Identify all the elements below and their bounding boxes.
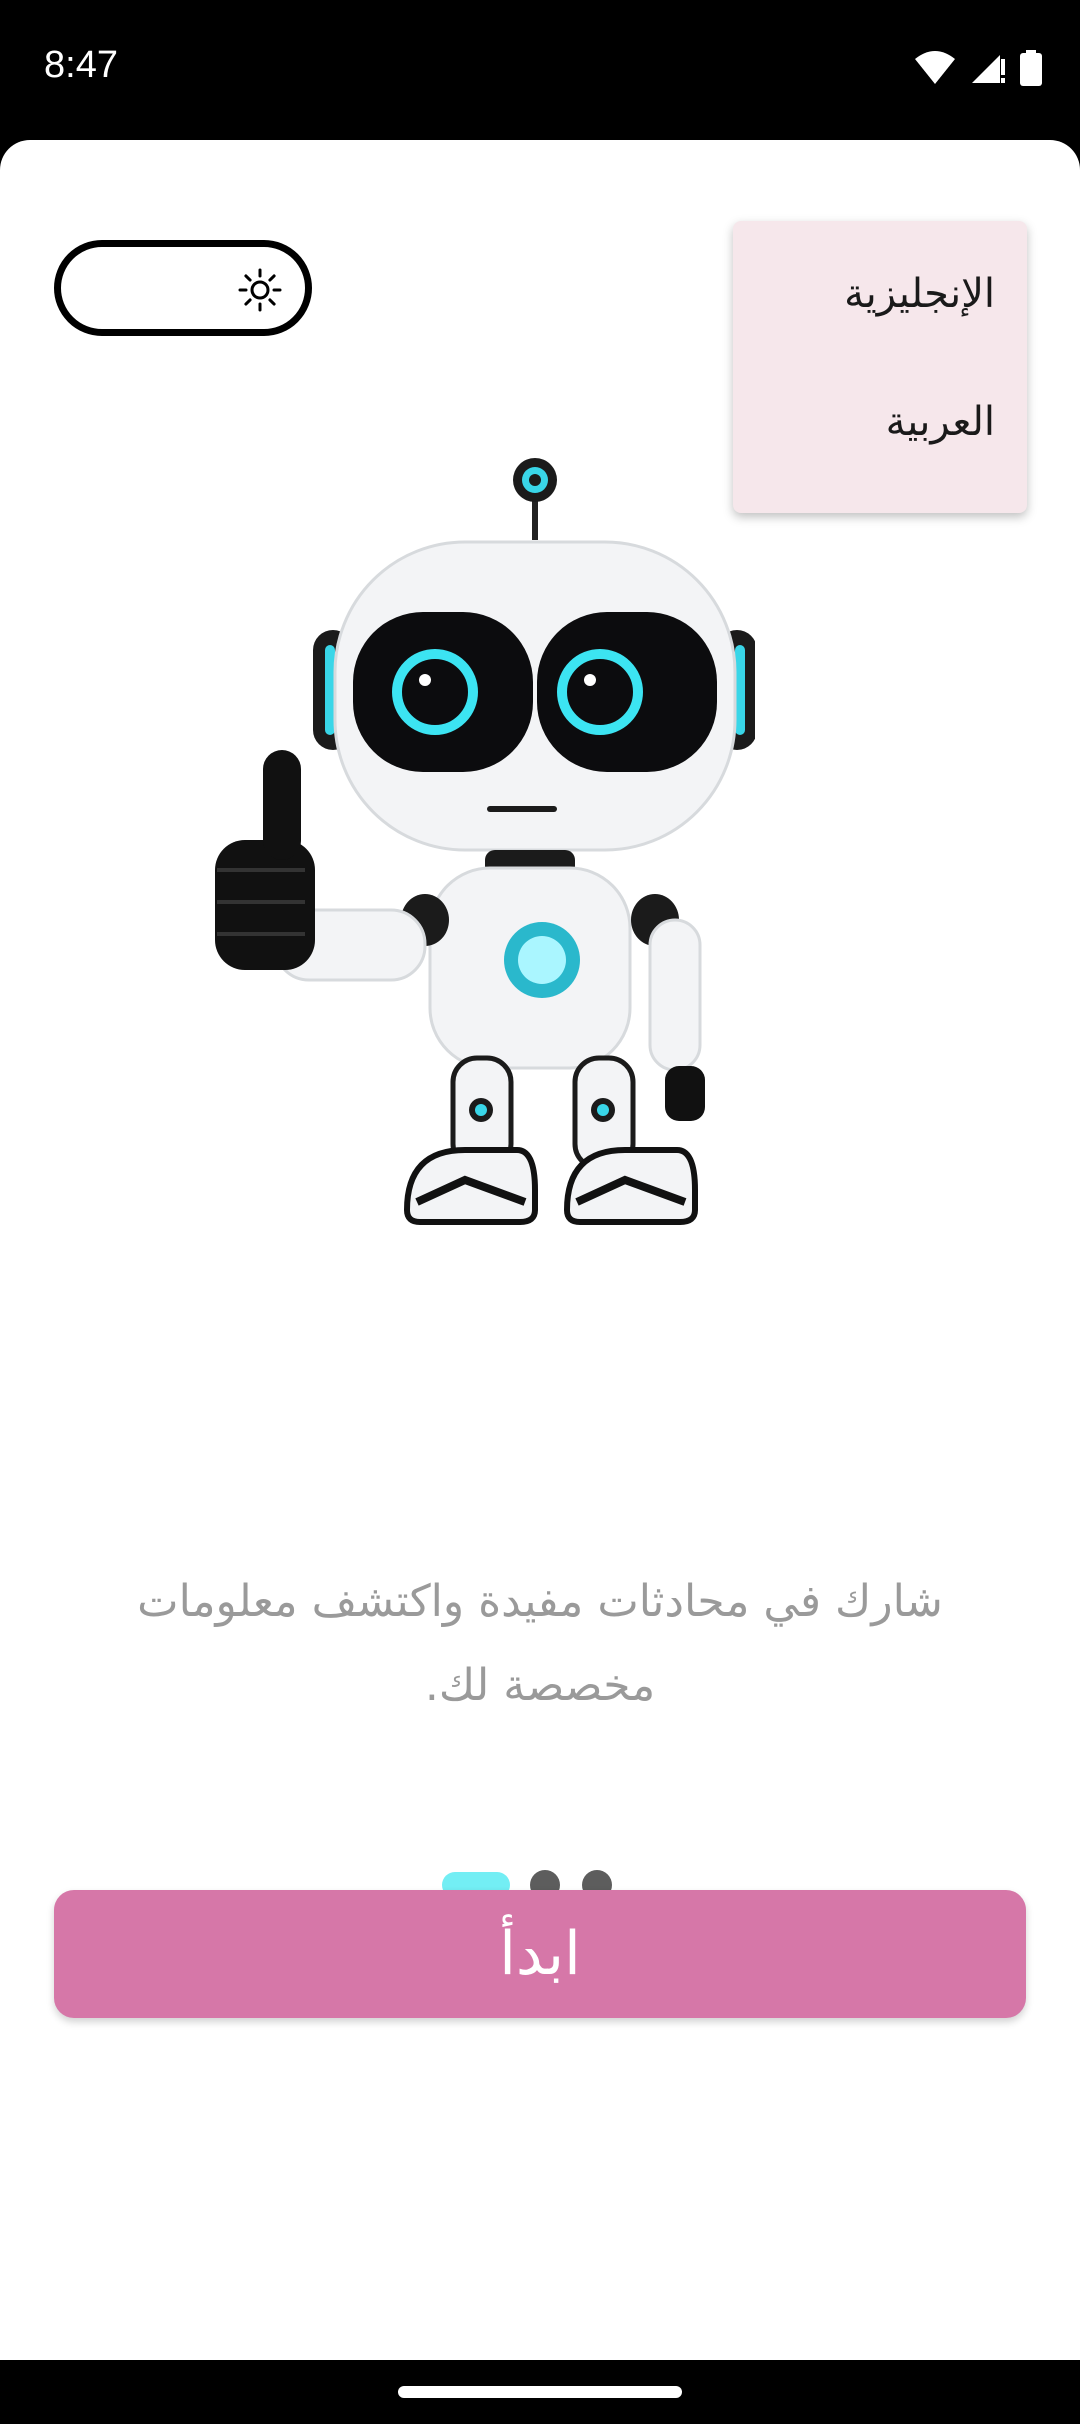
status-icons bbox=[914, 50, 1042, 86]
robot-illustration bbox=[215, 458, 755, 1225]
sun-icon bbox=[238, 268, 282, 312]
wifi-icon bbox=[915, 51, 955, 84]
onboarding-screen: الإنجليزية العربية شارك في محادثات مفيدة… bbox=[0, 140, 1080, 2360]
menu-item-arabic[interactable]: العربية bbox=[886, 399, 995, 445]
start-button[interactable]: ابدأ bbox=[54, 1890, 1026, 2018]
language-menu: الإنجليزية العربية bbox=[733, 221, 1027, 513]
theme-toggle[interactable] bbox=[54, 240, 312, 336]
signal-icon bbox=[972, 55, 1005, 83]
status-bar: 8:47 bbox=[0, 0, 1080, 140]
home-indicator[interactable] bbox=[398, 2386, 682, 2398]
battery-icon bbox=[1020, 50, 1042, 86]
menu-item-english[interactable]: الإنجليزية bbox=[844, 271, 995, 317]
onboarding-description: شارك في محادثات مفيدة واكتشف معلومات مخص… bbox=[137, 1576, 943, 1711]
status-time: 8:47 bbox=[44, 44, 118, 86]
